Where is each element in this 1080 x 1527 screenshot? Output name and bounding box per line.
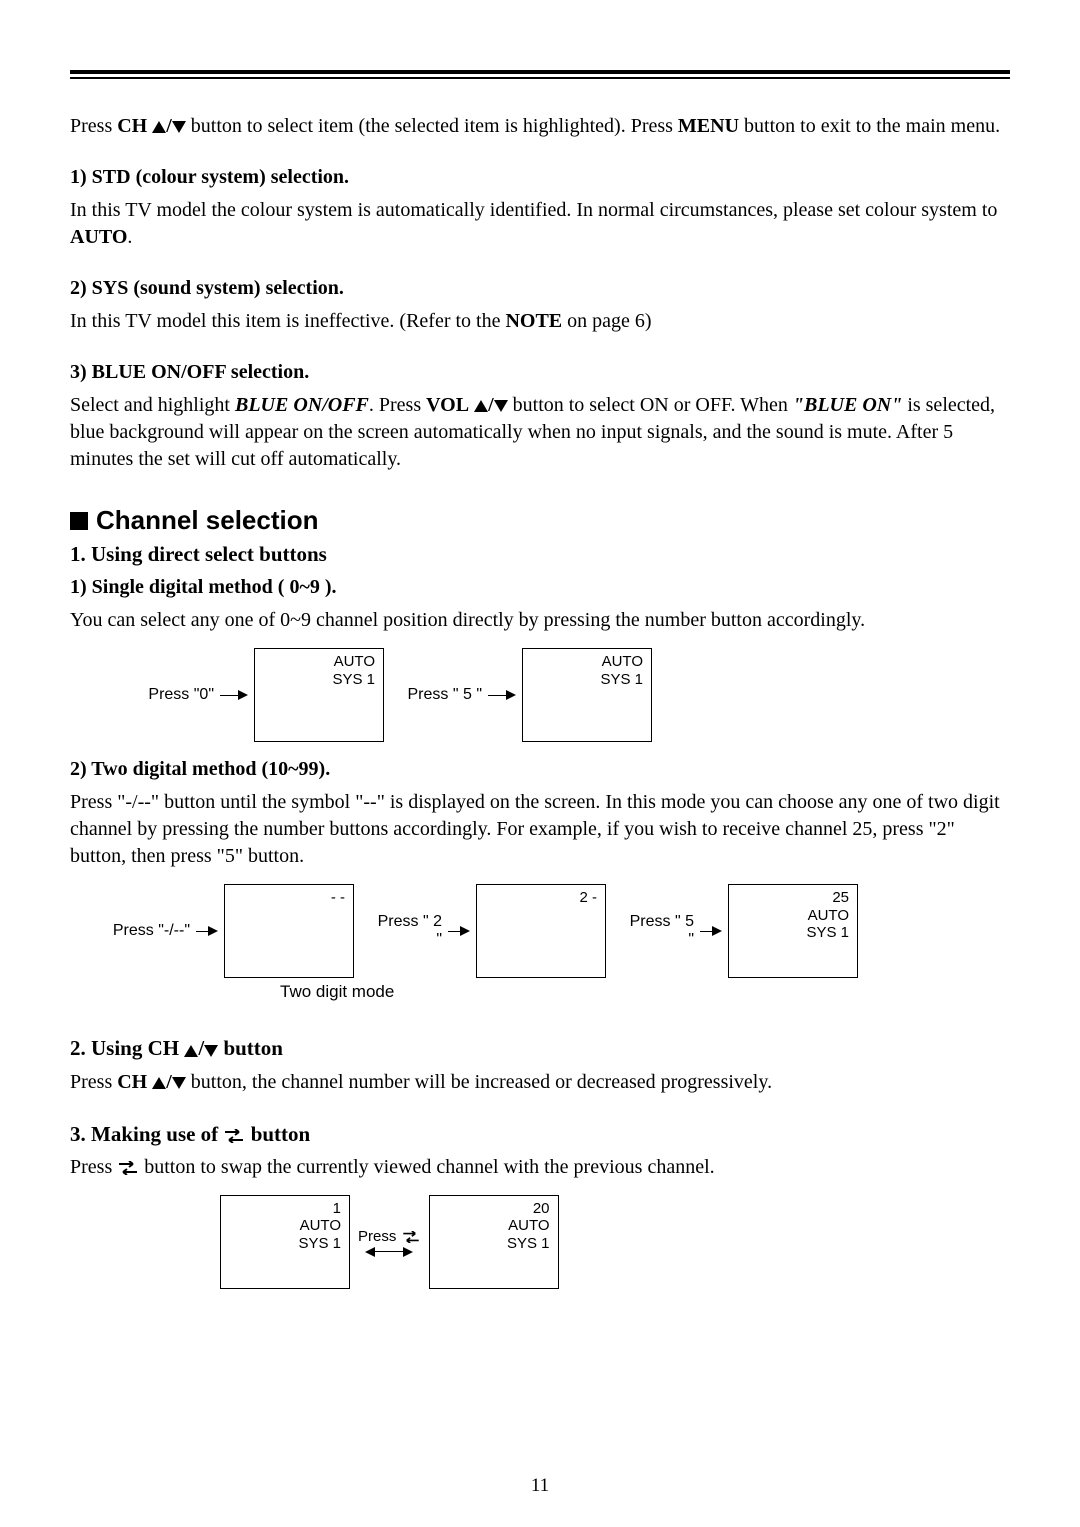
down-triangle-icon: [172, 121, 186, 133]
using-ch-body: Press CH / button, the channel number wi…: [70, 1069, 1010, 1096]
arrow-right-icon: [506, 690, 516, 700]
two-digital-body: Press "-/--" button until the symbol "--…: [70, 789, 1010, 870]
tv-screen: 25 AUTO SYS 1: [728, 884, 858, 978]
single-digital-body: You can select any one of 0~9 channel po…: [70, 607, 1010, 634]
press-label: Press "-/--": [100, 922, 196, 940]
arrow-right-icon: [712, 926, 722, 936]
press-label: Press: [358, 1228, 401, 1245]
press-label: Press " 5 ": [398, 686, 488, 704]
intro-paragraph: Press CH / button to select item (the se…: [70, 113, 1010, 140]
swap-icon: [117, 1161, 139, 1175]
up-triangle-icon: [152, 121, 166, 133]
press-label: Press " 2 ": [368, 913, 448, 949]
blue-heading: 3) BLUE ON/OFF selection.: [70, 359, 1010, 386]
diagram-swap: 1 AUTO SYS 1 Press 20 AUTO SYS 1: [220, 1195, 1010, 1289]
arrow-right-icon: [208, 926, 218, 936]
two-digital-heading: 2) Two digital method (10~99).: [70, 756, 1010, 783]
sys-heading: 2) SYS (sound system) selection.: [70, 275, 1010, 302]
tv-screen: AUTO SYS 1: [522, 648, 652, 742]
up-triangle-icon: [184, 1045, 198, 1057]
swap-icon: [223, 1129, 245, 1143]
tv-screen: 20 AUTO SYS 1: [429, 1195, 559, 1289]
swap-icon: [401, 1231, 421, 1243]
manual-page: Press CH / button to select item (the se…: [0, 0, 1080, 1527]
down-triangle-icon: [494, 400, 508, 412]
up-triangle-icon: [152, 1077, 166, 1089]
section-channel-selection: Channel selection: [70, 505, 1010, 536]
std-body: In this TV model the colour system is au…: [70, 197, 1010, 251]
tv-screen: - -: [224, 884, 354, 978]
std-heading: 1) STD (colour system) selection.: [70, 164, 1010, 191]
arrow-right-icon: [460, 926, 470, 936]
using-direct-heading: 1. Using direct select buttons: [70, 540, 1010, 568]
page-number: 11: [0, 1475, 1080, 1497]
square-bullet-icon: [70, 512, 88, 530]
press-label: Press "0": [130, 686, 220, 704]
using-ch-heading: 2. Using CH / button: [70, 1034, 1010, 1062]
sys-body: In this TV model this item is ineffectiv…: [70, 308, 1010, 335]
up-triangle-icon: [474, 400, 488, 412]
bidirectional-arrow-icon: [359, 1247, 419, 1257]
down-triangle-icon: [204, 1045, 218, 1057]
press-label: Press " 5 ": [620, 913, 700, 949]
making-use-body: Press button to swap the currently viewe…: [70, 1154, 1010, 1181]
hr-thick: [70, 70, 1010, 74]
single-digital-heading: 1) Single digital method ( 0~9 ).: [70, 574, 1010, 601]
tv-screen: 1 AUTO SYS 1: [220, 1195, 350, 1289]
diagram-single-digit: Press "0" AUTO SYS 1 Press " 5 " AUTO SY…: [130, 648, 1010, 742]
making-use-heading: 3. Making use of button: [70, 1120, 1010, 1148]
diagram-two-digit: Press "-/--" - - Press " 2 " 2 - Press "…: [100, 884, 1010, 1002]
tv-screen: AUTO SYS 1: [254, 648, 384, 742]
two-digit-caption: Two digit mode: [280, 982, 1010, 1002]
down-triangle-icon: [172, 1077, 186, 1089]
tv-screen: 2 -: [476, 884, 606, 978]
hr-thin: [70, 77, 1010, 79]
arrow-right-icon: [238, 690, 248, 700]
blue-body: Select and highlight BLUE ON/OFF. Press …: [70, 392, 1010, 473]
